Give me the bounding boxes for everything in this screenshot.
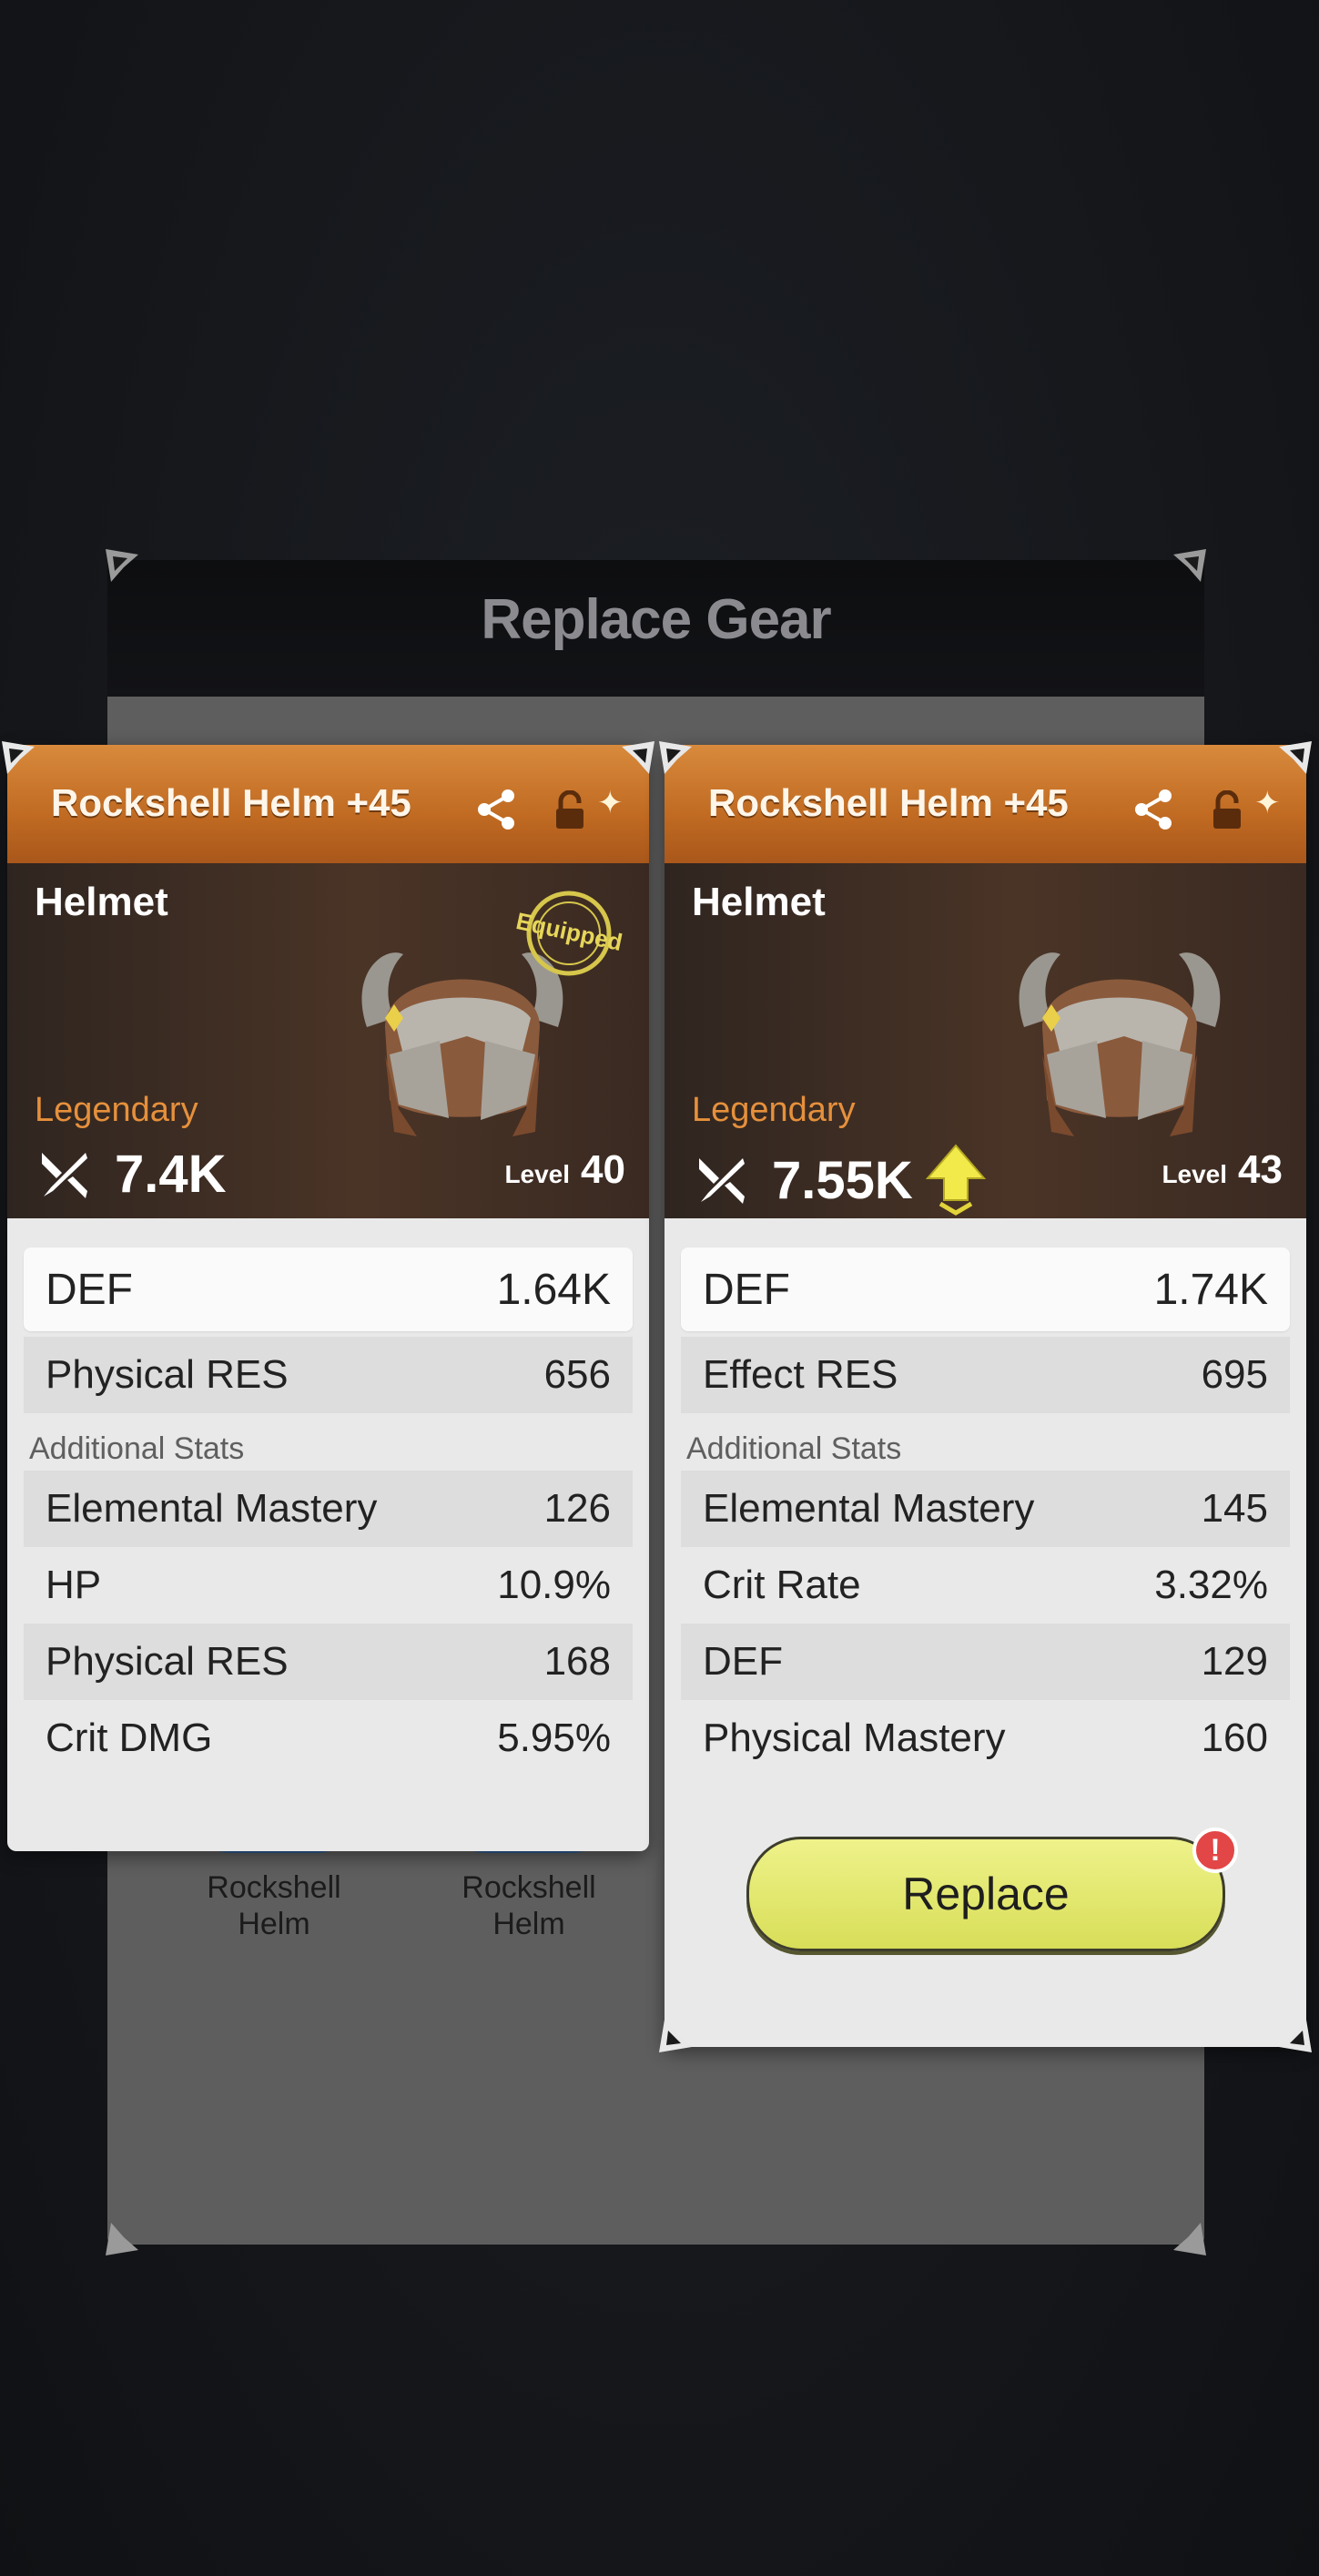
stat-label: Effect RES (703, 1352, 898, 1397)
helmet-icon (1019, 952, 1221, 1136)
power-value: 7.55K (772, 1150, 913, 1210)
level-label: Level (1162, 1160, 1228, 1188)
stat-value: 1.74K (1153, 1265, 1268, 1314)
modal-header: Replace Gear (107, 560, 1204, 699)
additional-stats-header: Additional Stats (686, 1431, 902, 1466)
replace-area: Replace ! (665, 1800, 1306, 1982)
main-stat-row: DEF 1.64K (24, 1247, 633, 1331)
additional-stat-row: Crit Rate 3.32% (703, 1563, 1268, 1607)
replace-button[interactable]: Replace (746, 1837, 1225, 1951)
equipped-seal: Equipped (513, 891, 624, 976)
sub-stat-row: Effect RES 695 (681, 1337, 1290, 1413)
power-score: 7.4K (35, 1144, 227, 1205)
alert-badge-icon: ! (1192, 1828, 1238, 1873)
corner-ornament-icon (1277, 2018, 1314, 2054)
level-badge: Level 43 (1154, 1147, 1290, 1211)
sparkle-icon: ✦ (597, 786, 624, 820)
share-icon[interactable] (1131, 787, 1176, 832)
main-stat-row: DEF 1.74K (681, 1247, 1290, 1331)
rarity-label: Legendary (35, 1091, 198, 1129)
corner-ornament-icon (1172, 547, 1208, 584)
gear-slot-label: Rockshell Helm (207, 1870, 341, 1941)
gear-type: Helmet (692, 880, 826, 924)
level-badge: Level 40 (497, 1147, 633, 1211)
power-icon (42, 1152, 87, 1198)
additional-stat-row: Physical Mastery 160 (703, 1716, 1268, 1760)
stat-label: Physical RES (46, 1352, 289, 1397)
gear-name: Rockshell Helm +45 (708, 781, 1069, 824)
additional-stat-row: Elemental Mastery 126 (24, 1471, 633, 1547)
additional-stat-row: Elemental Mastery 145 (681, 1471, 1290, 1547)
stat-label: DEF (703, 1265, 790, 1314)
level-value: 43 (1238, 1147, 1283, 1192)
additional-stat-row: DEF 129 (681, 1624, 1290, 1700)
additional-stat-row: HP 10.9% (46, 1563, 611, 1607)
stat-label: DEF (46, 1265, 133, 1314)
current-gear-card: Rockshell Helm +45 ✦ Helmet Equipped Leg… (2, 741, 654, 1851)
gear-name: Rockshell Helm +45 (51, 781, 411, 824)
corner-ornament-icon (104, 547, 140, 584)
card-hero: Helmet Legendary 7.55K Level 43 (665, 863, 1306, 1218)
share-icon[interactable] (473, 787, 519, 832)
stat-value: 656 (543, 1352, 611, 1397)
corner-ornament-icon (657, 739, 694, 776)
sub-stat-row: Physical RES 656 (24, 1337, 633, 1413)
corner-ornament-icon (657, 2018, 694, 2054)
new-gear-card: Rockshell Helm +45 ✦ Helmet Legendary 7.… (659, 741, 1312, 2052)
card-header: Rockshell Helm +45 ✦ (7, 745, 649, 863)
additional-stats-header: Additional Stats (29, 1431, 245, 1466)
corner-ornament-icon (104, 2221, 140, 2257)
gear-type: Helmet (35, 880, 168, 924)
stats-panel: DEF 1.64K Physical RES 656 Additional St… (7, 1218, 649, 1800)
stat-value: 695 (1201, 1352, 1268, 1397)
rarity-label: Legendary (692, 1091, 856, 1129)
card-header: Rockshell Helm +45 ✦ (665, 745, 1306, 863)
corner-ornament-icon (0, 739, 36, 776)
stat-value: 1.64K (496, 1265, 611, 1314)
stats-panel: DEF 1.74K Effect RES 695 Additional Stat… (665, 1218, 1306, 1800)
upgrade-arrow-icon (925, 1144, 986, 1216)
power-score: 7.55K (692, 1144, 988, 1217)
corner-ornament-icon (620, 739, 656, 776)
sparkle-icon: ✦ (1254, 786, 1281, 820)
gear-slot-label: Rockshell Helm (462, 1870, 596, 1941)
modal-title: Replace Gear (481, 588, 831, 651)
additional-stat-row: Crit DMG 5.95% (46, 1716, 611, 1760)
additional-stat-row: Physical RES 168 (24, 1624, 633, 1700)
level-label: Level (504, 1160, 571, 1188)
power-value: 7.4K (115, 1145, 227, 1204)
corner-ornament-icon (1277, 739, 1314, 776)
level-value: 40 (581, 1147, 625, 1192)
corner-ornament-icon (1172, 2221, 1208, 2257)
lock-icon[interactable] (553, 790, 586, 830)
card-hero: Helmet Equipped Legendary 7.4K Level 40 (7, 863, 649, 1218)
lock-icon[interactable] (1211, 790, 1243, 830)
power-icon (699, 1158, 745, 1204)
